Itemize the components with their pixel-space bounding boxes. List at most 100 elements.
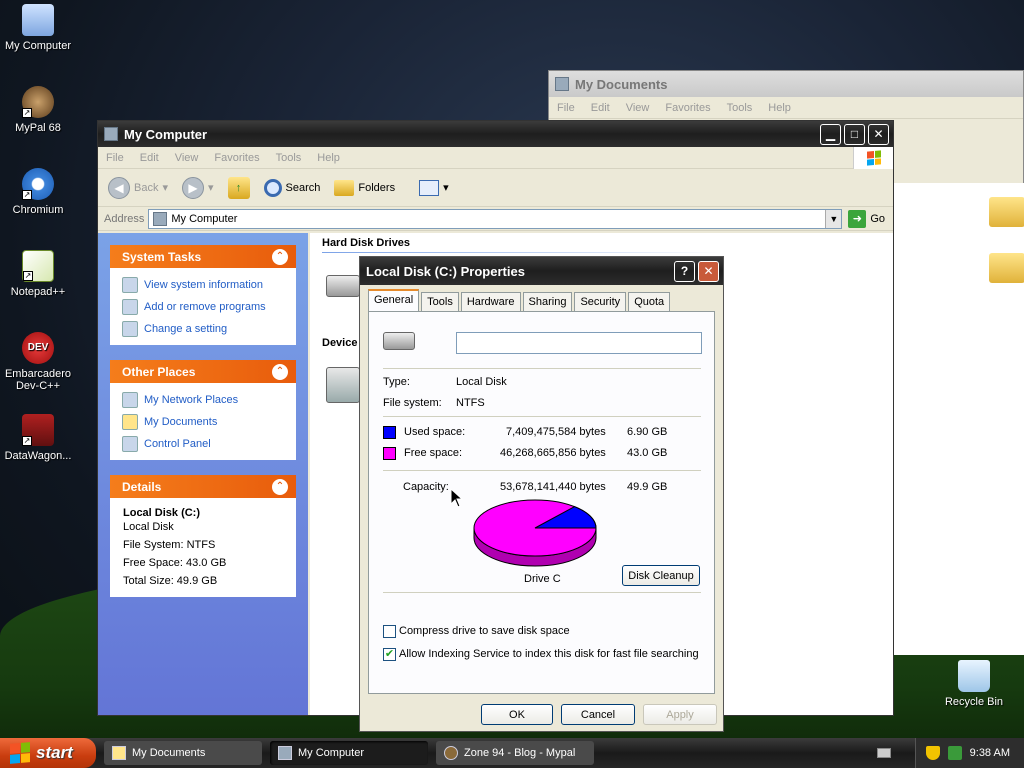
security-shield-icon[interactable]	[925, 746, 940, 760]
details-box: Details ⌃ Local Disk (C:) Local Disk Fil…	[110, 475, 296, 597]
menu-tools[interactable]: Tools	[727, 102, 753, 114]
menu-file[interactable]: File	[106, 152, 124, 164]
go-arrow-icon: ➜	[848, 209, 867, 228]
menu-help[interactable]: Help	[317, 152, 340, 164]
my-documents-titlebar[interactable]: My Documents	[549, 71, 1023, 97]
minimize-button[interactable]: ▁	[820, 123, 841, 145]
ok-button[interactable]: OK	[481, 704, 553, 725]
collapse-icon[interactable]: ⌃	[272, 363, 288, 380]
tab-security[interactable]: Security	[574, 292, 627, 312]
folder-icon[interactable]	[989, 253, 1024, 283]
menu-favorites[interactable]: Favorites	[665, 102, 710, 114]
desktop-icon-label: Embarcadero Dev-C++	[4, 368, 72, 392]
my-documents-content	[893, 183, 1024, 655]
add-remove-programs-icon	[122, 299, 138, 315]
views-button[interactable]: ▾	[415, 178, 453, 198]
collapse-icon[interactable]: ⌃	[272, 478, 288, 495]
place-my-network-places[interactable]: My Network Places	[110, 389, 296, 411]
maximize-button[interactable]: □	[844, 123, 865, 145]
menu-tools[interactable]: Tools	[276, 152, 302, 164]
drive-label: Drive C	[524, 573, 561, 585]
folder-icon[interactable]	[989, 197, 1024, 227]
desktop-icon-label: MyPal 68	[15, 122, 61, 134]
desktop-icon-devcpp[interactable]: DEV Embarcadero Dev-C++	[0, 332, 78, 392]
collapse-icon[interactable]: ⌃	[272, 248, 288, 265]
address-input[interactable]: My Computer ▼	[148, 208, 843, 229]
help-button[interactable]: ?	[674, 260, 695, 282]
menu-help[interactable]: Help	[768, 102, 791, 114]
disk-usage-pie-chart	[473, 499, 597, 567]
go-button[interactable]: ➜ Go	[846, 209, 893, 228]
free-space-gb: 43.0 GB	[627, 447, 668, 459]
drive-label-input[interactable]	[456, 332, 702, 354]
taskbar-button-mypal[interactable]: Zone 94 - Blog - Mypal	[436, 741, 594, 765]
window-title: My Computer	[124, 126, 208, 142]
other-places-header[interactable]: Other Places ⌃	[110, 360, 296, 383]
task-add-remove-programs[interactable]: Add or remove programs	[110, 296, 296, 318]
tab-tools[interactable]: Tools	[421, 292, 459, 312]
used-space-label: Used space:	[404, 426, 466, 438]
close-button[interactable]: ✕	[698, 260, 719, 282]
dialog-titlebar[interactable]: Local Disk (C:) Properties ? ✕	[360, 257, 723, 285]
my-documents-menubar: File Edit View Favorites Tools Help	[549, 97, 1023, 119]
my-computer-titlebar[interactable]: My Computer ▁ □ ✕	[98, 121, 893, 147]
keyboard-icon[interactable]	[876, 748, 891, 758]
desktop-icon-recycle-bin[interactable]: Recycle Bin	[934, 660, 1014, 708]
clock[interactable]: 9:38 AM	[970, 747, 1010, 759]
compress-checkbox[interactable]	[383, 625, 396, 638]
menu-edit[interactable]: Edit	[140, 152, 159, 164]
taskbar-button-my-computer[interactable]: My Computer	[270, 741, 428, 765]
indexing-checkbox[interactable]: ✔	[383, 648, 396, 661]
type-label: Type:	[383, 376, 410, 388]
place-my-documents[interactable]: My Documents	[110, 411, 296, 433]
task-change-setting[interactable]: Change a setting	[110, 318, 296, 340]
type-value: Local Disk	[456, 376, 507, 388]
system-tasks-header[interactable]: System Tasks ⌃	[110, 245, 296, 268]
desktop-icon-chromium[interactable]: ↗ Chromium	[0, 168, 78, 216]
tab-sharing[interactable]: Sharing	[522, 292, 573, 312]
section-divider	[322, 252, 722, 253]
tab-quota[interactable]: Quota	[628, 292, 671, 312]
tab-general[interactable]: General	[368, 289, 420, 312]
menu-view[interactable]: View	[175, 152, 199, 164]
start-button[interactable]: start	[0, 738, 96, 768]
desktop-icon-datawagon[interactable]: ↗ DataWagon...	[0, 414, 78, 462]
forward-button[interactable]: ▶ ▾	[178, 175, 218, 201]
menu-file[interactable]: File	[557, 102, 575, 114]
menu-view[interactable]: View	[626, 102, 650, 114]
close-button[interactable]: ✕	[868, 123, 889, 145]
up-button[interactable]: ↑	[224, 175, 254, 201]
search-button[interactable]: Search	[260, 177, 325, 199]
apply-button[interactable]: Apply	[643, 704, 717, 725]
address-dropdown-button[interactable]: ▼	[825, 209, 842, 228]
hard-drive-icon[interactable]	[326, 275, 360, 297]
system-tasks-box: System Tasks ⌃ View system information A…	[110, 245, 296, 345]
folders-button[interactable]: Folders	[330, 178, 399, 198]
details-total-size: Total Size: 49.9 GB	[123, 575, 218, 587]
desktop-icon-notepadpp[interactable]: ↗ Notepad++	[0, 250, 78, 298]
folder-icon	[555, 77, 569, 91]
details-file-system: File System: NTFS	[123, 539, 216, 551]
task-view-system-info[interactable]: View system information	[110, 274, 296, 296]
desktop-icon-mypal[interactable]: ↗ MyPal 68	[0, 86, 78, 134]
network-icon[interactable]	[947, 746, 962, 760]
taskbar-button-my-documents[interactable]: My Documents	[104, 741, 262, 765]
back-arrow-icon: ◀	[108, 176, 130, 199]
place-control-panel[interactable]: Control Panel	[110, 433, 296, 455]
file-system-value: NTFS	[456, 397, 485, 409]
hard-disk-drives-heading: Hard Disk Drives	[322, 237, 411, 249]
menu-favorites[interactable]: Favorites	[214, 152, 259, 164]
cancel-button[interactable]: Cancel	[561, 704, 635, 725]
file-system-label: File system:	[383, 397, 442, 409]
recycle-bin-icon	[958, 660, 990, 692]
menu-edit[interactable]: Edit	[591, 102, 610, 114]
back-button[interactable]: ◀ Back ▾	[104, 175, 172, 201]
properties-dialog[interactable]: Local Disk (C:) Properties ? ✕ General T…	[359, 256, 724, 732]
cd-drive-icon[interactable]	[326, 367, 360, 403]
datawagon-icon: ↗	[22, 414, 54, 446]
tab-hardware[interactable]: Hardware	[460, 292, 521, 312]
details-header[interactable]: Details ⌃	[110, 475, 296, 498]
disk-cleanup-button[interactable]: Disk Cleanup	[622, 565, 700, 586]
compress-label: Compress drive to save disk space	[399, 625, 570, 637]
desktop-icon-my-computer[interactable]: My Computer	[0, 4, 78, 52]
